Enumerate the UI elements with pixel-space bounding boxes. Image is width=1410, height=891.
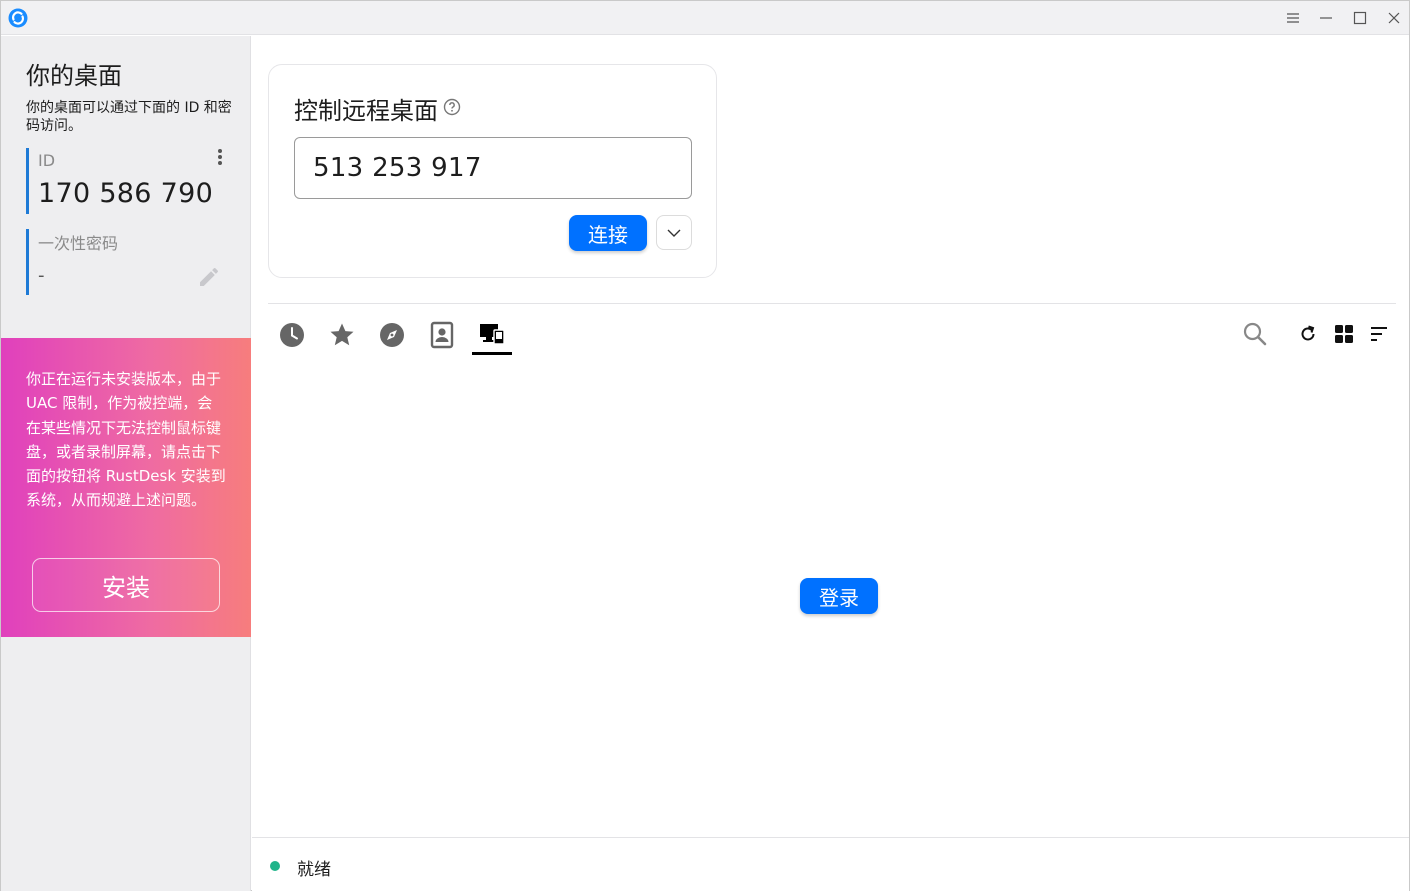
address-book-icon [430, 321, 454, 349]
connect-card: 控制远程桌面 连接 [268, 64, 717, 278]
tab-accessible-devices[interactable] [472, 315, 512, 355]
tab-recent-sessions[interactable] [272, 315, 312, 355]
status-bar: 就绪 [252, 837, 1409, 891]
tab-discovered[interactable] [372, 315, 412, 355]
section-divider [268, 303, 1396, 304]
more-vertical-icon[interactable] [215, 148, 225, 168]
title-bar [1, 1, 1409, 35]
edit-pencil-icon[interactable] [197, 265, 221, 289]
install-warning-text: 你正在运行未安装版本，由于 UAC 限制，作为被控端，会在某些情况下无法控制鼠标… [26, 370, 226, 510]
status-text: 就绪 [297, 860, 331, 880]
search-button[interactable] [1239, 319, 1271, 349]
maximize-icon[interactable] [1347, 6, 1373, 30]
id-block: ID 170 586 790 [26, 148, 226, 214]
refresh-button[interactable] [1292, 319, 1324, 349]
install-button[interactable]: 安装 [32, 558, 220, 612]
connect-button[interactable]: 连接 [569, 215, 647, 251]
your-desktop-description: 你的桌面可以通过下面的 ID 和密码访问。 [26, 100, 232, 134]
close-icon[interactable] [1381, 6, 1407, 30]
login-button[interactable]: 登录 [800, 578, 878, 614]
connect-options-button[interactable] [656, 215, 692, 250]
sidebar: 你的桌面 你的桌面可以通过下面的 ID 和密码访问。 ID 170 586 79… [1, 36, 251, 891]
your-desktop-title: 你的桌面 [26, 62, 122, 90]
compass-icon [380, 323, 404, 347]
rustdesk-window: 你的桌面 你的桌面可以通过下面的 ID 和密码访问。 ID 170 586 79… [0, 0, 1410, 891]
control-remote-title: 控制远程桌面 [294, 97, 438, 125]
history-icon [280, 323, 304, 347]
chevron-down-icon [667, 229, 681, 237]
devices-icon [480, 323, 505, 345]
help-icon[interactable] [443, 98, 461, 116]
tab-favorites[interactable] [322, 315, 362, 355]
sort-icon [1371, 327, 1387, 341]
grid-view-icon [1335, 325, 1353, 343]
refresh-icon [1301, 325, 1315, 341]
star-icon [330, 323, 354, 346]
sort-button[interactable] [1363, 319, 1395, 349]
search-icon [1243, 322, 1267, 346]
password-value[interactable]: - [38, 265, 45, 286]
minimize-icon[interactable] [1313, 6, 1339, 30]
menu-icon[interactable] [1280, 6, 1306, 30]
rustdesk-logo-icon [8, 8, 28, 28]
tab-address-book[interactable] [422, 315, 462, 355]
id-label: ID [38, 151, 56, 170]
password-block: 一次性密码 - [26, 229, 226, 295]
status-indicator [270, 861, 280, 871]
install-warning-box: 你正在运行未安装版本，由于 UAC 限制，作为被控端，会在某些情况下无法控制鼠标… [1, 338, 251, 637]
grid-view-button[interactable] [1328, 319, 1360, 349]
remote-id-input[interactable] [294, 137, 692, 199]
password-label: 一次性密码 [38, 234, 119, 253]
id-value[interactable]: 170 586 790 [38, 178, 213, 209]
